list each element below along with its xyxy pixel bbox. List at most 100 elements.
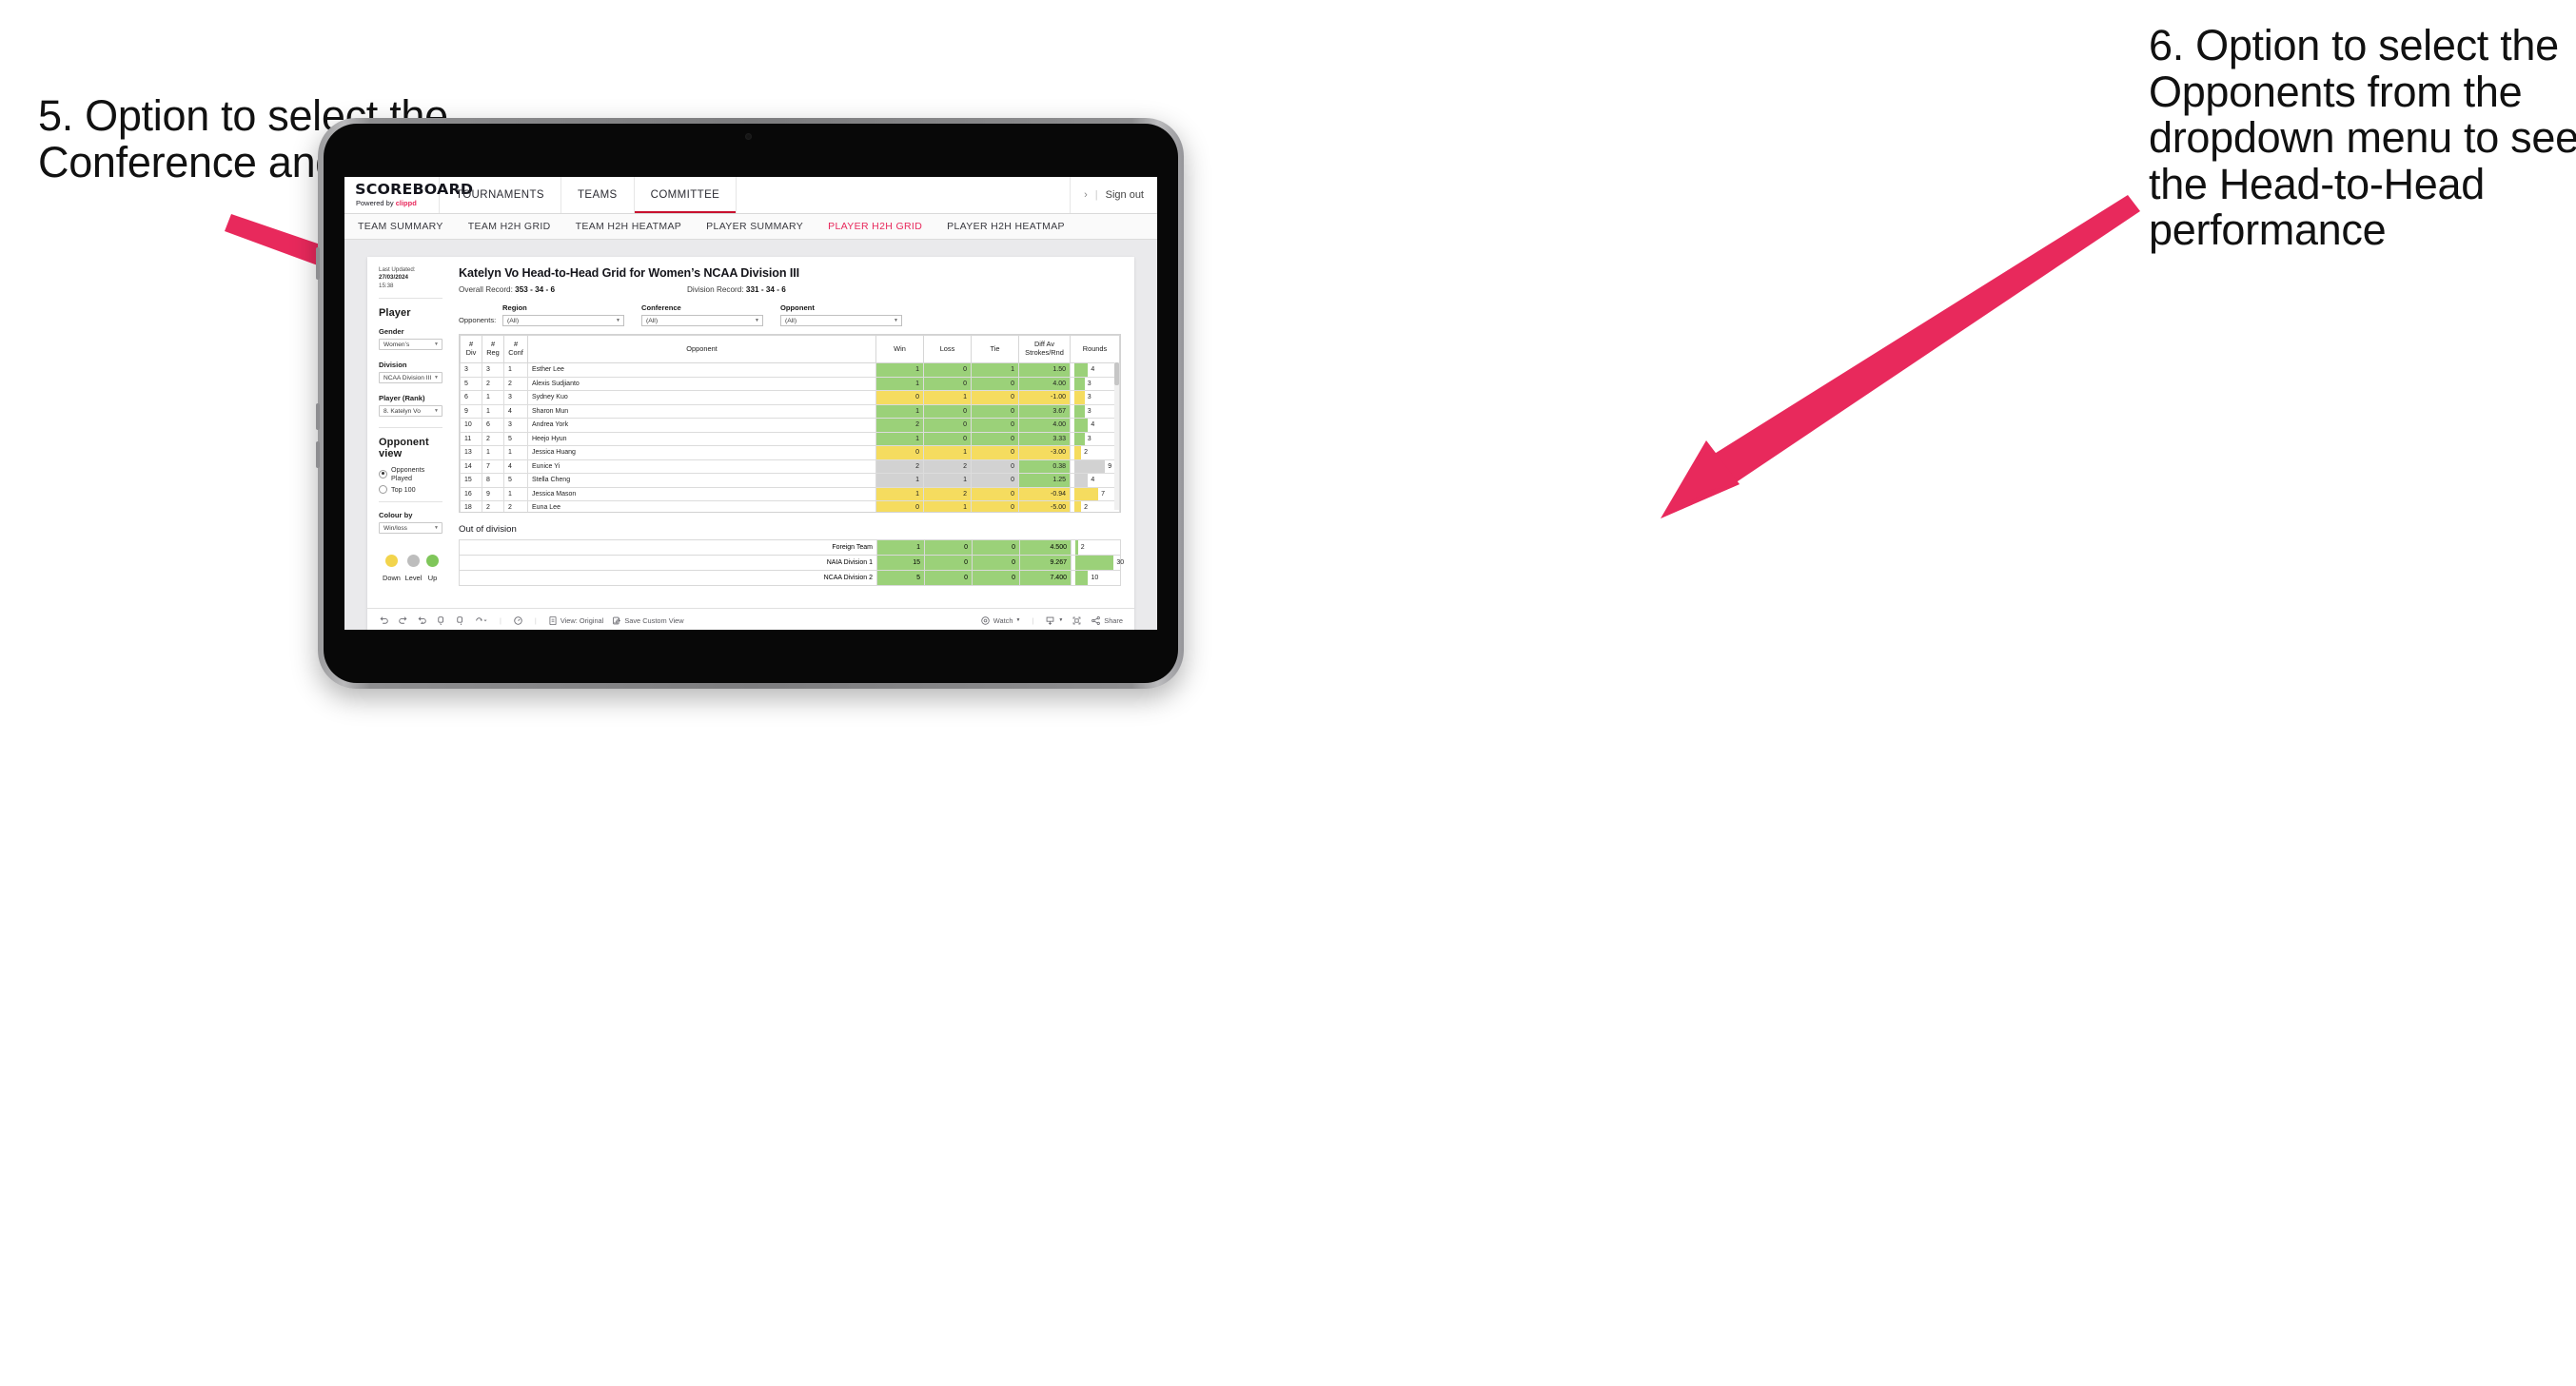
division-select[interactable]: NCAA Division III ▼ (379, 372, 442, 384)
player-rank-select[interactable]: 8. Katelyn Vo ▼ (379, 405, 442, 418)
chevron-down-icon: ▼ (434, 342, 439, 348)
table-row[interactable]: 13 1 1 Jessica Huang 0 1 0 -3.00 2 (460, 445, 1120, 460)
rounds-bar: 10 (1075, 571, 1116, 585)
grid-col-header[interactable]: Win (875, 335, 924, 363)
pause-auto-update-icon[interactable] (455, 615, 465, 626)
table-cell: 18 (460, 500, 482, 512)
grid-col-header[interactable]: # Div (460, 335, 482, 363)
grid-col-header[interactable]: # Reg (482, 335, 504, 363)
fullscreen-button[interactable] (1072, 615, 1082, 626)
rounds-bar-cell: 2 (1071, 539, 1121, 556)
table-cell: NCAA Division 2 (459, 570, 877, 586)
last-updated-value: 27/03/2024 (379, 274, 408, 282)
table-cell: 3 (503, 418, 528, 433)
volume-down-button[interactable] (316, 441, 320, 468)
rounds-bar: 3 (1074, 377, 1115, 390)
rounds-bar-cell: 3 (1070, 376, 1120, 391)
grid-col-header[interactable]: Loss (923, 335, 972, 363)
radio-selected-icon (379, 469, 387, 478)
redo-dropdown-icon[interactable] (474, 615, 488, 626)
table-cell: 2 (482, 376, 504, 391)
table-cell: 3 (482, 362, 504, 378)
nav-tournaments[interactable]: TOURNAMENTS (440, 177, 561, 213)
tab-team-h2h-grid[interactable]: TEAM H2H GRID (468, 221, 551, 232)
share-button[interactable]: Share (1091, 615, 1123, 626)
table-row[interactable]: NCAA Division 2 5 0 0 7.400 10 (459, 570, 1121, 586)
opponent-value: (All) (785, 317, 797, 324)
tab-player-h2h-heatmap[interactable]: PLAYER H2H HEATMAP (947, 221, 1065, 232)
save-custom-view-button[interactable]: Save Custom View (612, 615, 684, 626)
h2h-grid-container[interactable]: # Div # Reg # Conf Opponent Win Loss Tie Diff Av St… (459, 334, 1121, 513)
table-cell: 1 (482, 390, 504, 405)
rounds-bar-label: 4 (1091, 421, 1095, 429)
rounds-bar: 9 (1074, 459, 1115, 473)
grid-col-header[interactable]: Opponent (527, 335, 876, 363)
rounds-bar-fill (1074, 419, 1089, 432)
region-select[interactable]: (All) ▼ (502, 315, 624, 326)
table-cell: -3.00 (1018, 445, 1071, 460)
share-label: Share (1104, 615, 1123, 625)
redo-icon[interactable] (398, 615, 408, 626)
grid-col-header[interactable]: Tie (971, 335, 1019, 363)
rounds-bar-fill (1074, 432, 1085, 445)
colour-by-select[interactable]: Win/loss ▼ (379, 522, 442, 535)
rounds-bar: 2 (1074, 446, 1115, 459)
conference-select[interactable]: (All) ▼ (641, 315, 763, 326)
view-original-button[interactable]: View: Original (548, 615, 603, 626)
sidebar-divider-3 (379, 501, 442, 503)
refresh-icon[interactable] (436, 615, 446, 626)
table-cell: 7.400 (1019, 570, 1072, 586)
table-cell: 1 (482, 445, 504, 460)
undo-icon[interactable] (379, 615, 389, 626)
gender-select[interactable]: Women’s ▼ (379, 339, 442, 351)
revert-icon[interactable] (417, 615, 427, 626)
chevron-right-icon[interactable]: › (1084, 189, 1088, 201)
table-row[interactable]: 18 2 2 Euna Lee 0 1 0 -5.00 2 (460, 500, 1120, 512)
table-row[interactable]: 9 1 4 Sharon Mun 1 0 0 3.67 3 (460, 403, 1120, 419)
table-row[interactable]: 16 9 1 Jessica Mason 1 2 0 -0.94 7 (460, 486, 1120, 501)
table-row[interactable]: 15 8 5 Stella Cheng 1 1 0 1.25 4 (460, 473, 1120, 488)
grid-scrollbar-thumb[interactable] (1114, 362, 1119, 385)
nav-teams[interactable]: TEAMS (561, 177, 635, 213)
rounds-bar-label: 4 (1091, 477, 1095, 484)
filter-player-rank: Player (Rank) 8. Katelyn Vo ▼ (379, 394, 442, 418)
table-row[interactable]: NAIA Division 1 15 0 0 9.267 30 (459, 555, 1124, 571)
pause-icon[interactable] (513, 615, 523, 626)
table-row[interactable]: 14 7 4 Eunice Yi 2 2 0 0.38 9 (460, 459, 1120, 474)
download-button[interactable]: ▼ (1045, 615, 1063, 626)
table-cell: 0 (924, 570, 973, 586)
table-cell: 0 (971, 500, 1019, 512)
legend-label-down: Down (383, 574, 401, 583)
tab-team-h2h-heatmap[interactable]: TEAM H2H HEATMAP (576, 221, 682, 232)
table-row[interactable]: 3 3 1 Esther Lee 1 0 1 1.50 4 (460, 362, 1120, 378)
grid-col-header[interactable]: # Conf (503, 335, 528, 363)
tab-team-summary[interactable]: TEAM SUMMARY (358, 221, 443, 232)
radio-top-100[interactable]: Top 100 (379, 485, 442, 495)
h2h-grid-header: # Div # Reg # Conf Opponent Win Loss Tie Diff Av St… (460, 335, 1120, 363)
grid-col-header[interactable]: Diff Av Strokes/Rnd (1018, 335, 1071, 363)
brand-logo[interactable]: SCOREBOARD Powered by clippd (344, 177, 473, 213)
rounds-bar: 30 (1075, 556, 1124, 570)
table-cell: 2 (503, 376, 528, 391)
watch-button[interactable]: Watch ▼ (980, 615, 1020, 626)
tab-player-h2h-grid[interactable]: PLAYER H2H GRID (828, 221, 922, 232)
radio-opponents-played[interactable]: Opponents Played (379, 465, 442, 482)
table-row[interactable]: 10 6 3 Andrea York 2 0 0 4.00 4 (460, 418, 1120, 433)
rounds-bar-label: 3 (1087, 394, 1091, 401)
grid-col-header[interactable]: Rounds (1070, 335, 1120, 363)
table-cell: 0 (971, 390, 1019, 405)
table-cell: 2 (482, 431, 504, 446)
power-button[interactable] (316, 403, 320, 430)
rounds-bar-fill (1075, 556, 1114, 570)
volume-button[interactable] (316, 247, 320, 280)
table-row[interactable]: 5 2 2 Alexis Sudjianto 1 0 0 4.00 3 (460, 376, 1120, 391)
opponent-select[interactable]: (All) ▼ (780, 315, 902, 326)
table-row[interactable]: 6 1 3 Sydney Kuo 0 1 0 -1.00 3 (460, 390, 1120, 405)
tab-player-summary[interactable]: PLAYER SUMMARY (706, 221, 803, 232)
sign-out-link[interactable]: Sign out (1106, 189, 1144, 201)
table-cell: Jessica Huang (527, 445, 876, 460)
nav-committee[interactable]: COMMITTEE (634, 177, 737, 213)
table-row[interactable]: Foreign Team 1 0 0 4.500 2 (459, 539, 1121, 556)
grid-scrollbar[interactable] (1114, 362, 1119, 510)
table-row[interactable]: 11 2 5 Heejo Hyun 1 0 0 3.33 3 (460, 431, 1120, 446)
